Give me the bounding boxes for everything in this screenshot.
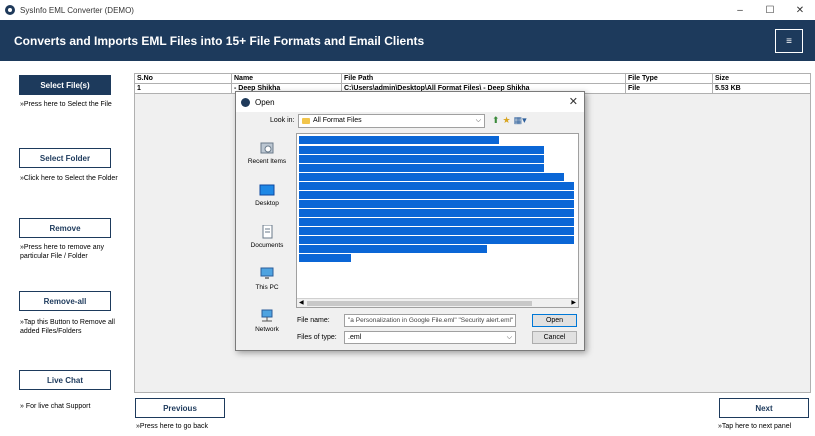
network-icon [261, 309, 273, 322]
place-label: Recent Items [247, 158, 287, 165]
file-type-label: Files of type: [297, 334, 337, 341]
chevron-down-icon: ⌵ [475, 117, 481, 124]
close-icon[interactable]: ✕ [569, 95, 578, 108]
place-documents[interactable]: Documents [242, 225, 292, 249]
window-controls: – ☐ ✕ [725, 0, 815, 20]
file-type-value: .eml [348, 334, 362, 341]
list-item[interactable] [299, 191, 574, 199]
minimize-icon[interactable]: – [725, 0, 755, 20]
chevron-left-icon[interactable]: ◀ [299, 299, 304, 306]
cell-type: File [625, 84, 712, 94]
window-title: SysInfo EML Converter (DEMO) [20, 5, 134, 15]
remove-all-hint: »Tap this Button to Remove all added Fil… [20, 319, 115, 335]
look-in-label: Look in: [270, 117, 295, 124]
list-item[interactable] [299, 155, 544, 163]
new-folder-icon[interactable]: ★ [503, 115, 511, 126]
table-header: S.No Name File Path File Type Size [135, 74, 810, 84]
look-in-value: All Format Files [313, 117, 362, 124]
documents-icon [262, 225, 273, 239]
file-list[interactable]: ◀ ▶ [296, 133, 579, 308]
list-item[interactable] [299, 173, 564, 181]
cancel-button[interactable]: Cancel [532, 331, 577, 344]
horizontal-scrollbar[interactable]: ◀ ▶ [297, 298, 578, 307]
maximize-icon[interactable]: ☐ [755, 0, 785, 20]
select-folder-hint: »Click here to Select the Folder [20, 175, 118, 182]
remove-hint: »Press here to remove any particular Fil… [20, 244, 105, 260]
live-chat-button[interactable]: Live Chat [19, 370, 111, 390]
title-bar: SysInfo EML Converter (DEMO) – ☐ ✕ [0, 0, 815, 20]
desktop-icon [259, 184, 275, 196]
look-in-dropdown[interactable]: All Format Files ⌵ [298, 114, 485, 128]
open-button[interactable]: Open [532, 314, 577, 327]
dialog-toolbar: ⬆ ★ ▦▾ [492, 115, 527, 126]
menu-icon[interactable]: ≡ [775, 29, 803, 53]
open-dialog: Open ✕ Look in: All Format Files ⌵ ⬆ ★ ▦… [235, 91, 585, 351]
close-icon[interactable]: ✕ [785, 0, 815, 20]
view-menu-icon[interactable]: ▦▾ [514, 115, 527, 126]
previous-hint: »Press here to go back [136, 423, 208, 430]
select-folder-button[interactable]: Select Folder [19, 148, 111, 168]
app-window: SysInfo EML Converter (DEMO) – ☐ ✕ Conve… [0, 0, 815, 436]
live-chat-hint: » For live chat Support [20, 403, 91, 410]
list-item[interactable] [299, 218, 574, 226]
column-header-size[interactable]: Size [712, 74, 810, 84]
file-name-label: File name: [297, 317, 330, 324]
list-item[interactable] [299, 227, 574, 235]
recent-items-icon [260, 142, 274, 154]
app-logo-icon [5, 5, 15, 15]
places-bar: Recent Items Desktop Documents This PC N… [242, 133, 292, 343]
list-item[interactable] [299, 146, 544, 154]
place-label: Network [255, 326, 279, 333]
list-item[interactable] [299, 209, 574, 217]
place-desktop[interactable]: Desktop [242, 183, 292, 207]
file-name-input[interactable]: "a Personalization in Google File.eml" "… [344, 314, 516, 327]
column-header-path[interactable]: File Path [341, 74, 625, 84]
place-label: This PC [255, 284, 279, 291]
place-this-pc[interactable]: This PC [242, 267, 292, 291]
place-recent-items[interactable]: Recent Items [242, 141, 292, 165]
up-folder-icon[interactable]: ⬆ [492, 115, 500, 126]
next-hint: »Tap here to next panel [718, 423, 792, 430]
list-item[interactable] [299, 182, 574, 190]
app-logo-icon [241, 97, 250, 107]
place-label: Documents [250, 242, 284, 249]
column-header-sno[interactable]: S.No [135, 74, 231, 84]
select-files-hint: »Press here to Select the File [20, 101, 112, 108]
remove-all-button[interactable]: Remove-all [19, 291, 111, 311]
cell-size: 5.53 KB [712, 84, 810, 94]
header-title: Converts and Imports EML Files into 15+ … [14, 34, 425, 48]
folder-icon [302, 118, 310, 124]
list-item[interactable] [299, 164, 544, 172]
list-item[interactable] [299, 136, 499, 144]
list-item[interactable] [299, 200, 574, 208]
app-header: Converts and Imports EML Files into 15+ … [0, 20, 815, 61]
dialog-title: Open [255, 97, 275, 107]
list-item[interactable] [299, 254, 351, 262]
previous-button[interactable]: Previous [135, 398, 225, 418]
scrollbar-thumb[interactable] [307, 301, 532, 306]
computer-icon [260, 267, 274, 279]
list-item[interactable] [299, 236, 574, 244]
file-type-dropdown[interactable]: .eml ⌵ [344, 331, 516, 344]
place-network[interactable]: Network [242, 309, 292, 333]
column-header-name[interactable]: Name [231, 74, 341, 84]
sidebar: Select File(s) »Press here to Select the… [0, 61, 130, 436]
dialog-title-bar: Open ✕ [236, 92, 584, 112]
remove-button[interactable]: Remove [19, 218, 111, 238]
list-item[interactable] [299, 245, 487, 253]
chevron-right-icon[interactable]: ▶ [571, 299, 576, 306]
select-files-button[interactable]: Select File(s) [19, 75, 111, 95]
next-button[interactable]: Next [719, 398, 809, 418]
cell-sno: 1 [137, 85, 141, 92]
column-header-type[interactable]: File Type [625, 74, 712, 84]
place-label: Desktop [255, 200, 279, 207]
chevron-down-icon: ⌵ [506, 334, 512, 341]
